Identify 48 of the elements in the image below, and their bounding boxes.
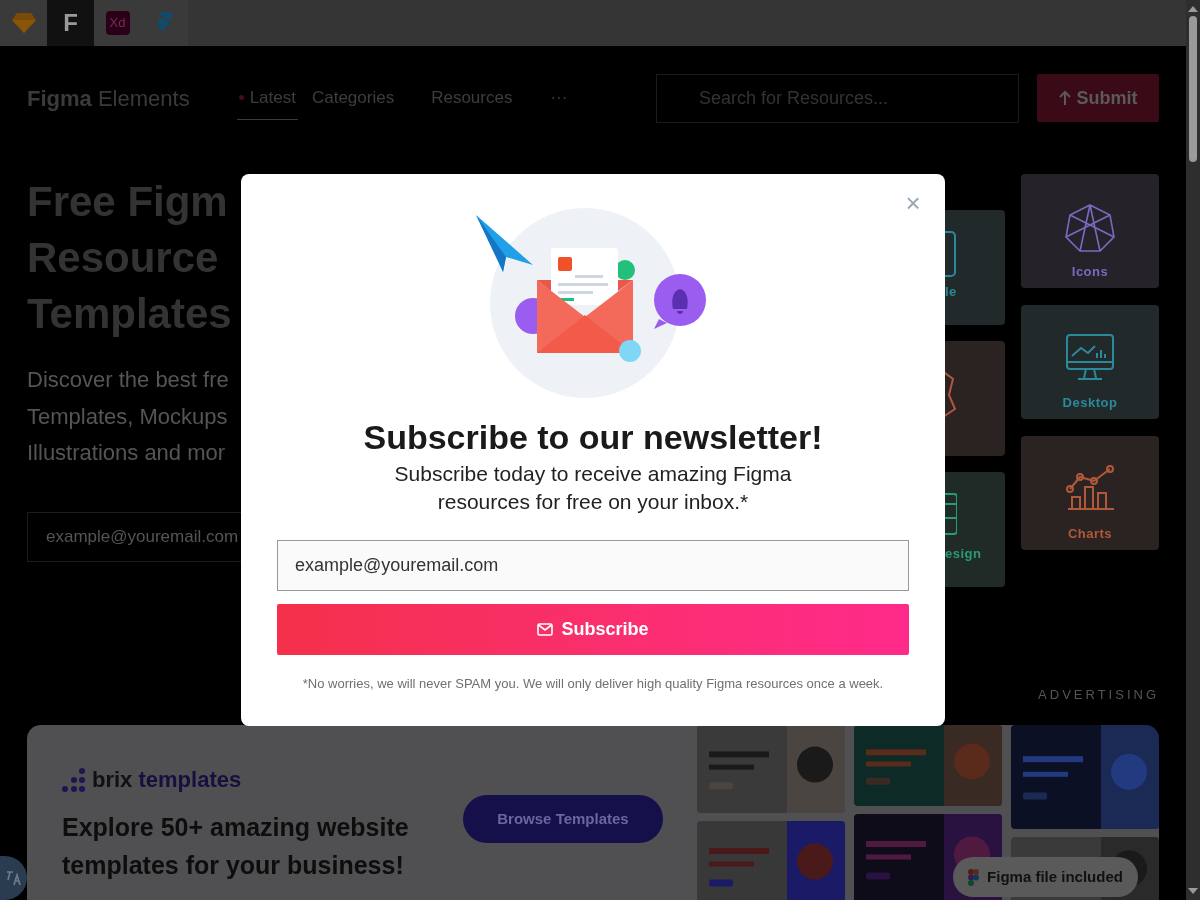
dots-logo-icon (62, 767, 86, 792)
mail-icon (537, 623, 554, 636)
category-card[interactable]: Icons (1021, 174, 1159, 288)
ad-headline: templates for your business! (62, 850, 405, 881)
submit-button[interactable]: Submit (1037, 74, 1159, 122)
hero-subtitle: Discover the best fre (27, 366, 230, 394)
scroll-down-icon[interactable] (1188, 887, 1198, 895)
translate-button[interactable] (0, 856, 27, 900)
framer-icon (156, 11, 173, 35)
scrollbar-thumb[interactable] (1189, 16, 1197, 162)
site-logo[interactable]: Figma Elements (27, 81, 190, 115)
modal-note: *No worries, we will never SPAM you. We will only deliver high quality Figma resources once a week. (302, 676, 884, 692)
card-label: Charts (1067, 525, 1113, 543)
modal-description: Subscribe today to receive amazing Figma resources for free on your inbox.* (393, 461, 793, 515)
figma-file-badge: Figma file included (953, 857, 1138, 897)
upload-arrow-icon (1058, 90, 1071, 106)
card-label: esign (945, 544, 982, 563)
advertising-label: ADVERTISING (1038, 687, 1159, 703)
card-label: le (945, 282, 957, 301)
translate-icon (4, 870, 23, 886)
xd-badge: Xd (105, 11, 130, 35)
nav-link[interactable]: Categories (309, 76, 397, 120)
subscribe-button[interactable]: Subscribe (277, 604, 909, 655)
hero-subtitle: Illustrations and mor (27, 439, 227, 467)
close-button[interactable]: × (903, 188, 923, 218)
nav-link[interactable]: Resources (429, 76, 515, 120)
category-card[interactable]: esign (945, 472, 1005, 587)
ad-headline: Explore 50+ amazing website (62, 812, 410, 843)
card-label: Desktop (1062, 394, 1118, 412)
nav-link[interactable]: Latest (236, 76, 298, 120)
category-card[interactable]: le (945, 210, 1005, 325)
nav-link[interactable]: ··· (548, 76, 570, 120)
card-label: Icons (1071, 263, 1109, 281)
modal-title: Subscribe to our newsletter! (363, 417, 823, 457)
email-field[interactable]: example@youremail.com (277, 540, 909, 591)
category-card[interactable]: Charts (1021, 436, 1159, 550)
scroll-up-icon[interactable] (1188, 5, 1198, 13)
email-field[interactable]: example@youremail.com (27, 511, 241, 562)
diamond-icon (10, 12, 37, 34)
category-card[interactable]: Desktop (1021, 305, 1159, 419)
browse-templates-button[interactable]: Browse Templates (463, 795, 663, 843)
scrollbar[interactable] (1186, 0, 1200, 900)
brand-name: brix templates (92, 766, 242, 794)
tool-letter: F (63, 8, 78, 38)
hero-subtitle: Templates, Mockups (27, 402, 229, 431)
tool-tab[interactable]: Xd (94, 0, 141, 46)
tool-tab[interactable]: F (47, 0, 94, 46)
figma-logo-icon (968, 868, 980, 886)
